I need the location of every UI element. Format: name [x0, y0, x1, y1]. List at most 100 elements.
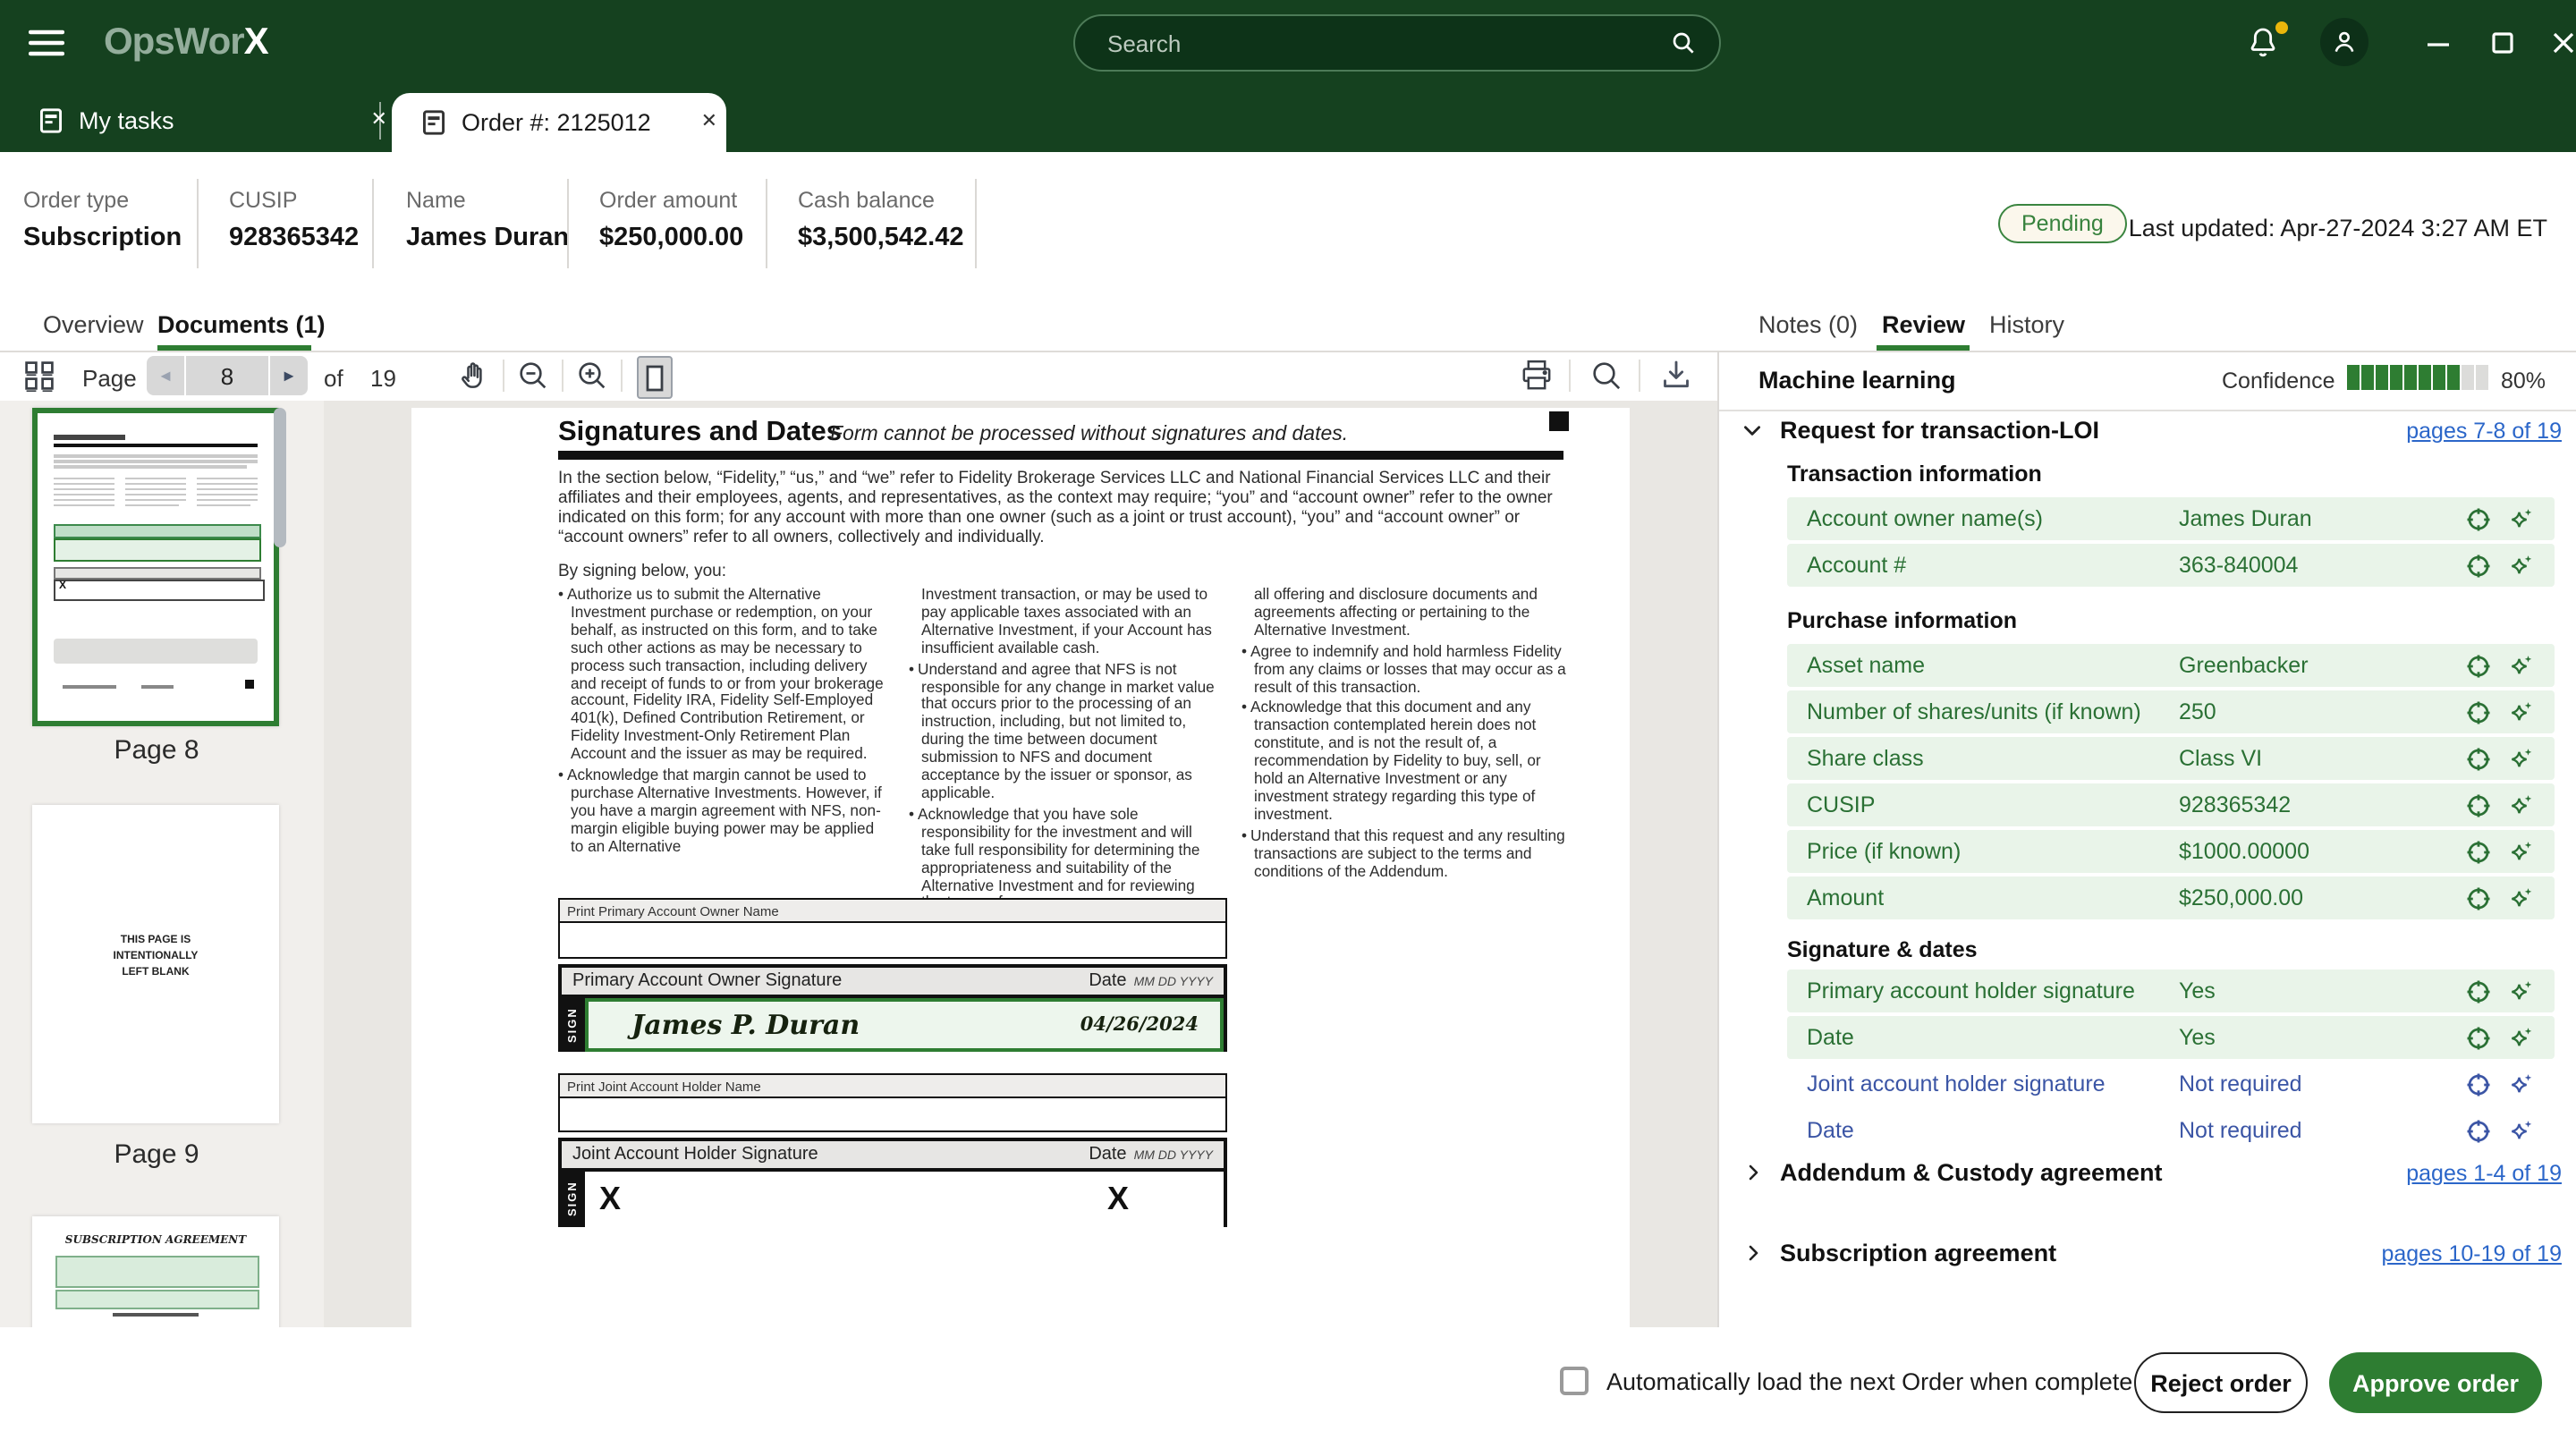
reject-order-button[interactable]: Reject order — [2134, 1352, 2308, 1413]
ai-sparkle-icon[interactable] — [2508, 652, 2535, 679]
locate-crosshair-icon[interactable] — [2465, 978, 2492, 1004]
locate-crosshair-icon[interactable] — [2465, 1117, 2492, 1144]
field-row-joint-signature[interactable]: Joint account holder signature Not requi… — [1787, 1063, 2555, 1105]
field-row-cusip[interactable]: CUSIP 928365342 — [1787, 783, 2555, 826]
document-search-icon[interactable] — [1589, 358, 1624, 394]
locate-crosshair-icon[interactable] — [2465, 792, 2492, 818]
chevron-right-icon[interactable] — [1742, 1161, 1764, 1184]
confidence-label: Confidence — [2222, 368, 2335, 394]
locate-crosshair-icon[interactable] — [2465, 745, 2492, 772]
section-subscription-pages-link[interactable]: pages 10-19 of 19 — [2381, 1241, 2562, 1266]
locate-crosshair-icon[interactable] — [2465, 1071, 2492, 1097]
row-value: Greenbacker — [2179, 653, 2465, 678]
field-row-price[interactable]: Price (if known) $1000.00000 — [1787, 830, 2555, 873]
thumbnail-scrollbar[interactable] — [274, 408, 286, 547]
joint-signature-field[interactable]: X X — [585, 1172, 1224, 1227]
field-name: Name James Duran — [406, 188, 569, 252]
global-search-input[interactable]: Search — [1073, 14, 1721, 72]
download-icon[interactable] — [1658, 358, 1694, 394]
tab-review[interactable]: Review — [1882, 311, 1965, 338]
tab-overview[interactable]: Overview — [43, 311, 144, 338]
locate-crosshair-icon[interactable] — [2465, 699, 2492, 725]
section-addendum-pages-link[interactable]: pages 1-4 of 19 — [2406, 1161, 2562, 1186]
auto-load-checkbox[interactable] — [1560, 1367, 1589, 1395]
chevron-right-icon[interactable] — [1742, 1241, 1764, 1265]
divider — [1719, 410, 2576, 411]
print-icon[interactable] — [1519, 358, 1555, 394]
thumbnail-page-9-label[interactable]: Page 9 — [0, 1139, 313, 1170]
approve-order-button[interactable]: Approve order — [2329, 1352, 2542, 1413]
field-row-primary-signature[interactable]: Primary account holder signature Yes — [1787, 970, 2555, 1012]
zoom-out-icon[interactable] — [515, 358, 551, 394]
tab-order-close-icon[interactable]: ✕ — [701, 113, 717, 132]
thumbnail-page-9[interactable]: THIS PAGE IS INTENTIONALLY LEFT BLANK — [32, 805, 279, 1123]
row-value: Yes — [2179, 978, 2465, 1003]
logo-suffix: X — [244, 21, 268, 63]
page-stepper: ◄ 8 ► — [147, 356, 308, 395]
page-prev-button[interactable]: ◄ — [147, 356, 186, 395]
zoom-in-icon[interactable] — [574, 358, 610, 394]
locate-crosshair-icon[interactable] — [2465, 505, 2492, 532]
window-maximize-button[interactable] — [2490, 30, 2515, 55]
ai-sparkle-icon[interactable] — [2508, 792, 2535, 818]
pan-hand-icon[interactable] — [456, 358, 490, 394]
window-close-button[interactable] — [2551, 30, 2576, 55]
field-row-share-class[interactable]: Share class Class VI — [1787, 737, 2555, 780]
locate-crosshair-icon[interactable] — [2465, 652, 2492, 679]
sign-tab-label: SIGN — [562, 998, 585, 1052]
field-row-asset-name[interactable]: Asset name Greenbacker — [1787, 644, 2555, 687]
window-minimize-button[interactable] — [2426, 30, 2451, 55]
tab-notes[interactable]: Notes (0) — [1758, 311, 1858, 338]
ai-sparkle-icon[interactable] — [2508, 505, 2535, 532]
page-next-button[interactable]: ► — [270, 356, 308, 395]
thumbnail-page-10[interactable]: SUBSCRIPTION AGREEMENT — [32, 1216, 279, 1327]
order-type-value: Subscription — [23, 224, 182, 252]
tab-order-active[interactable]: Order #: 2125012 ✕ — [392, 93, 726, 152]
task-doc-icon — [39, 107, 63, 134]
field-row-joint-date[interactable]: Date Not required — [1787, 1109, 2555, 1152]
thumbnail-page-8-label[interactable]: Page 8 — [0, 735, 313, 766]
doc-bullets-col1: Authorize us to submit the Alternative I… — [558, 587, 884, 859]
locate-crosshair-icon[interactable] — [2465, 885, 2492, 911]
ai-sparkle-icon[interactable] — [2508, 1117, 2535, 1144]
field-row-shares-units[interactable]: Number of shares/units (if known) 250 — [1787, 690, 2555, 733]
tab-documents[interactable]: Documents (1) — [157, 311, 326, 338]
divider — [766, 179, 767, 268]
tab-history[interactable]: History — [1989, 311, 2064, 338]
thumb-recitals-box-2 — [55, 1290, 259, 1309]
section-request-loi-title[interactable]: Request for transaction-LOI — [1780, 417, 2099, 444]
ai-sparkle-icon[interactable] — [2508, 978, 2535, 1004]
field-row-account-owner[interactable]: Account owner name(s) James Duran — [1787, 497, 2555, 540]
thumbnail-page-8[interactable]: X — [32, 408, 279, 726]
section-request-loi-pages-link[interactable]: pages 7-8 of 19 — [2406, 419, 2562, 444]
single-page-view-icon[interactable] — [637, 356, 673, 399]
primary-signature-field[interactable]: James P. Duran 04/26/2024 — [585, 998, 1224, 1052]
doc-bullet: Acknowledge that this document and any t… — [1241, 700, 1567, 825]
ai-sparkle-icon[interactable] — [2508, 838, 2535, 865]
ai-sparkle-icon[interactable] — [2508, 552, 2535, 579]
thumbnail-grid-icon[interactable] — [23, 360, 55, 392]
locate-crosshair-icon[interactable] — [2465, 1024, 2492, 1051]
ai-sparkle-icon[interactable] — [2508, 745, 2535, 772]
tab-order-label: Order #: 2125012 — [462, 109, 651, 136]
chevron-down-icon[interactable] — [1741, 419, 1764, 442]
section-addendum-title[interactable]: Addendum & Custody agreement — [1780, 1159, 2163, 1186]
tab-my-tasks[interactable]: My tasks ✕ — [39, 107, 387, 134]
group-signature-dates-heading: Signature & dates — [1787, 937, 1978, 962]
page-number-input[interactable]: 8 — [186, 356, 270, 395]
ai-sparkle-icon[interactable] — [2508, 699, 2535, 725]
machine-learning-heading: Machine learning — [1758, 367, 1956, 394]
user-avatar[interactable] — [2320, 18, 2368, 66]
ai-sparkle-icon[interactable] — [2508, 1071, 2535, 1097]
locate-crosshair-icon[interactable] — [2465, 552, 2492, 579]
hamburger-menu-icon[interactable] — [29, 27, 64, 59]
search-icon[interactable] — [1669, 29, 1698, 57]
field-row-primary-date[interactable]: Date Yes — [1787, 1016, 2555, 1059]
ai-sparkle-icon[interactable] — [2508, 1024, 2535, 1051]
locate-crosshair-icon[interactable] — [2465, 838, 2492, 865]
field-row-amount[interactable]: Amount $250,000.00 — [1787, 876, 2555, 919]
thumbnail-panel: X Page 8 THIS PAGE IS INTENTIONALLY LEFT… — [0, 401, 324, 1327]
field-row-account-number[interactable]: Account # 363-840004 — [1787, 544, 2555, 587]
section-subscription-title[interactable]: Subscription agreement — [1780, 1240, 2056, 1266]
ai-sparkle-icon[interactable] — [2508, 885, 2535, 911]
